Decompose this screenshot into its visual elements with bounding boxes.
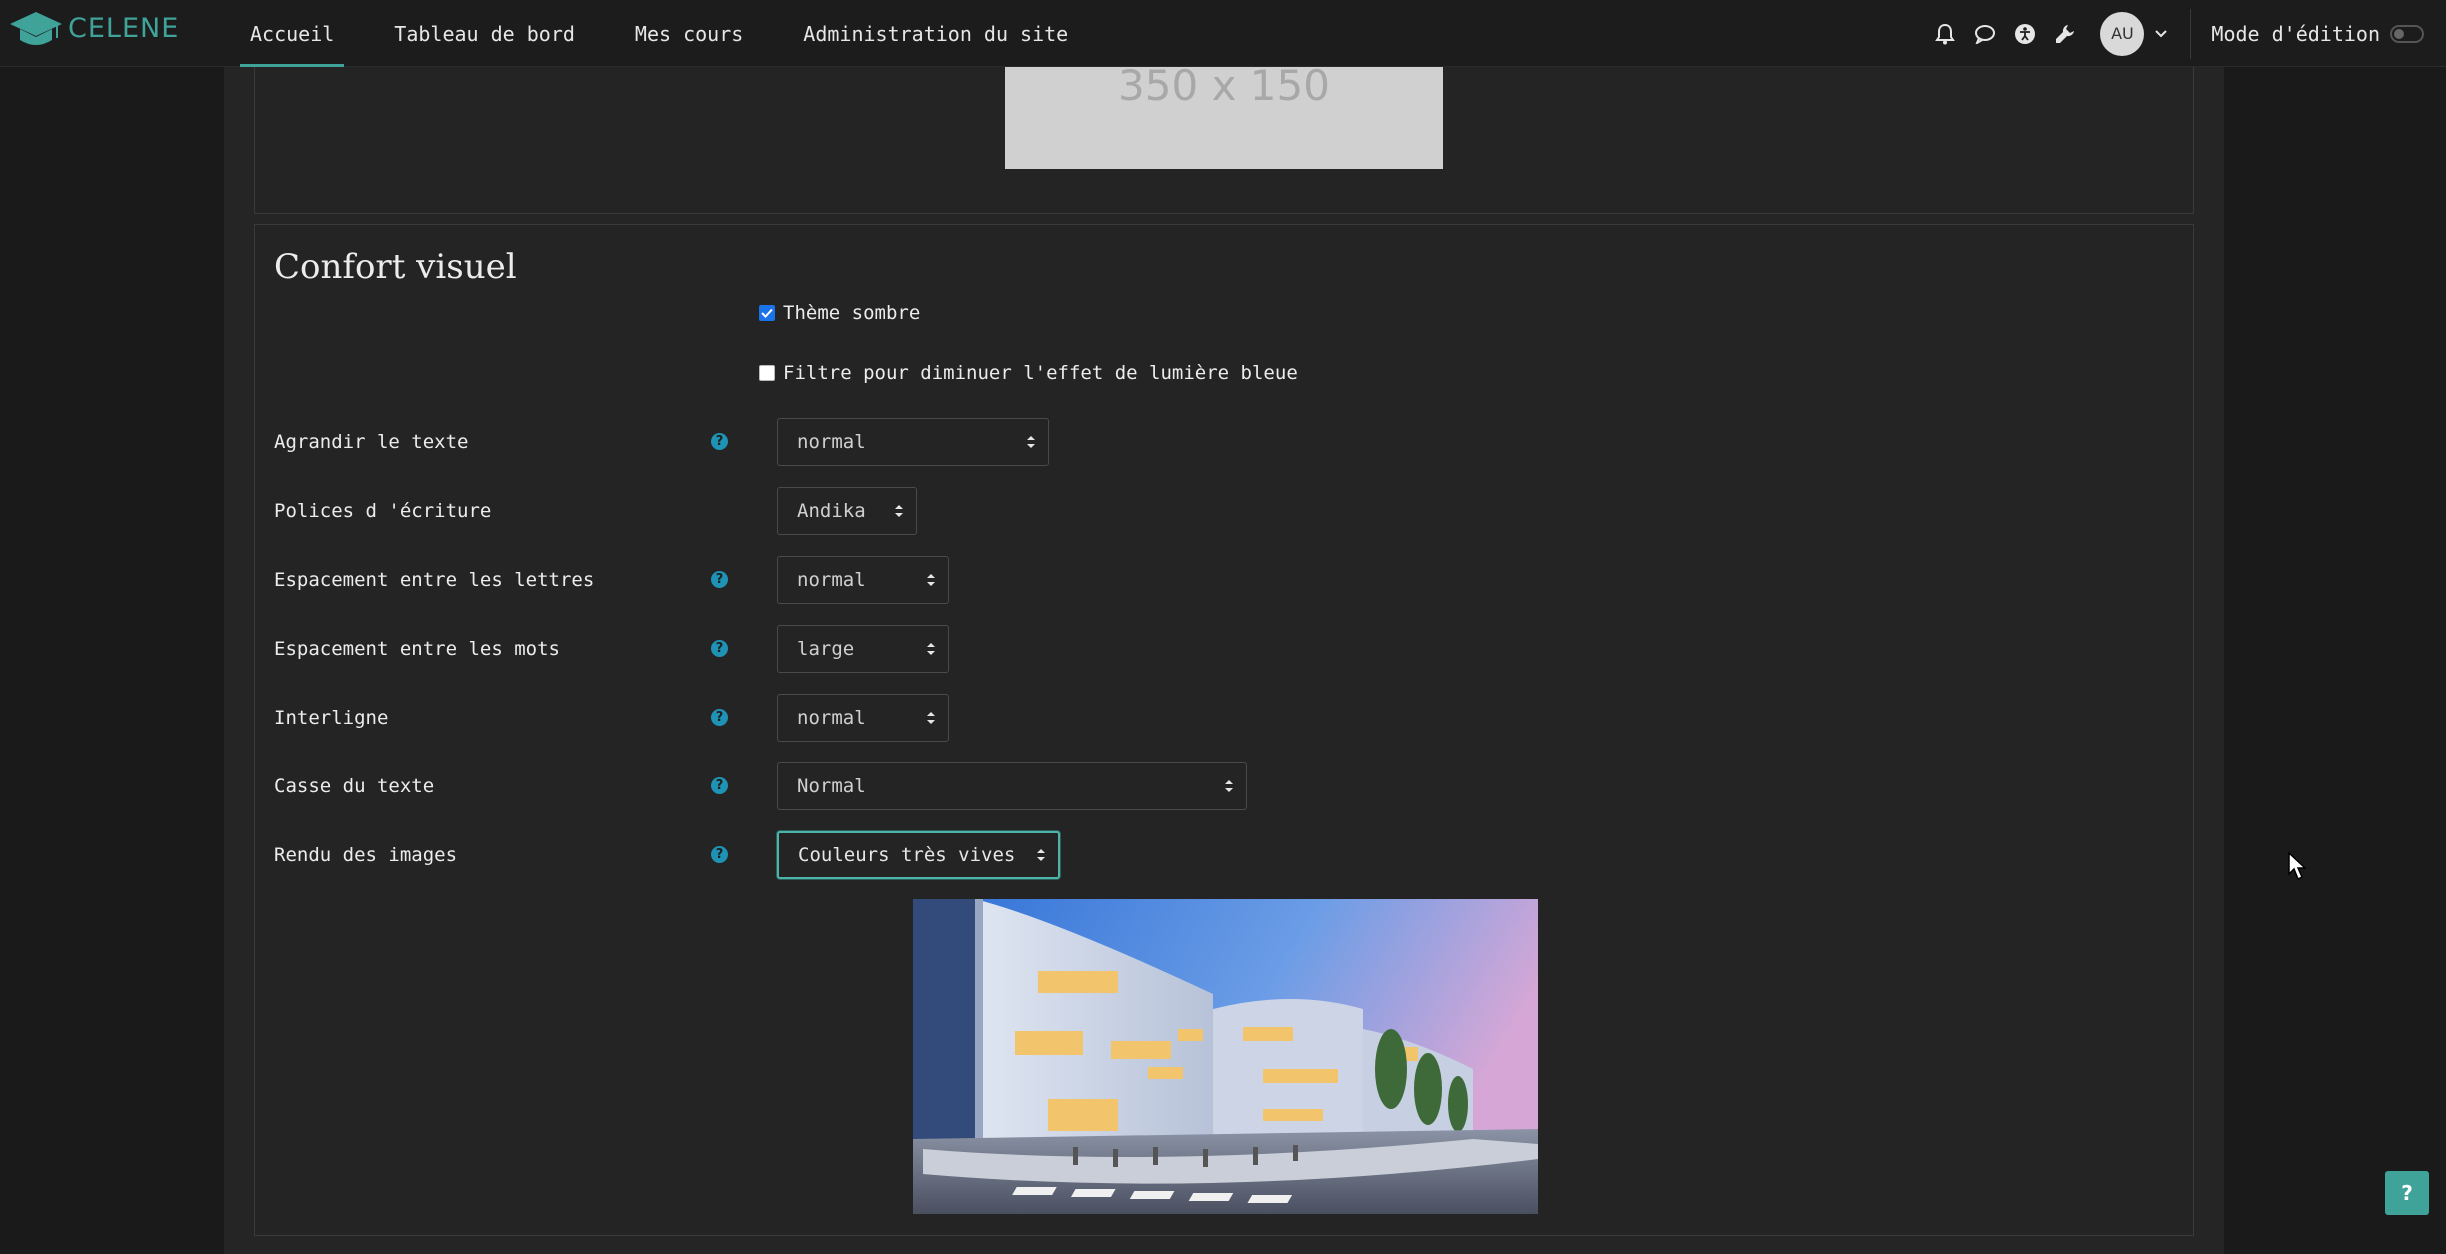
select-arrows-icon <box>895 505 903 517</box>
blue-light-label: Filtre pour diminuer l'effet de lumière … <box>783 362 1298 384</box>
help-button[interactable]: ? <box>2385 1171 2429 1215</box>
select-value: normal <box>797 569 866 591</box>
wrench-icon[interactable] <box>2054 23 2076 45</box>
dark-theme-checkbox[interactable] <box>759 305 775 321</box>
brand-logo[interactable]: CELENE <box>8 6 179 50</box>
image-rendering-select[interactable]: Couleurs très vives <box>777 831 1060 879</box>
top-navbar: CELENE Accueil Tableau de bord Mes cours… <box>0 0 2446 67</box>
edit-mode-label: Mode d'édition <box>2211 21 2380 46</box>
font-select[interactable]: Andika <box>777 487 917 535</box>
top-card: 350 x 150 <box>254 67 2194 214</box>
select-value: large <box>797 638 855 660</box>
bell-icon[interactable] <box>1934 23 1956 45</box>
line-height-select[interactable]: normal <box>777 694 949 742</box>
help-icon[interactable]: ? <box>711 777 728 794</box>
nav-divider <box>2190 8 2192 59</box>
select-arrows-icon <box>1027 436 1035 448</box>
select-value: Normal <box>797 775 866 797</box>
text-case-select[interactable]: Normal <box>777 762 1247 810</box>
nav-administration[interactable]: Administration du site <box>793 0 1078 67</box>
field-label: Agrandir le texte <box>274 431 469 453</box>
mouse-cursor-icon <box>2288 852 2307 881</box>
field-word-spacing: Espacement entre les mots ? large <box>274 625 2174 673</box>
nav-accueil[interactable]: Accueil <box>240 0 345 67</box>
help-icon[interactable]: ? <box>711 640 728 657</box>
field-label: Polices d 'écriture <box>274 500 492 522</box>
help-icon[interactable]: ? <box>711 709 728 726</box>
field-font: Polices d 'écriture Andika <box>274 487 2174 535</box>
field-label: Espacement entre les mots <box>274 638 560 660</box>
dark-theme-checkbox-row[interactable]: Thème sombre <box>759 302 920 324</box>
nav-right-tools: AU Mode d'édition <box>1916 0 2446 67</box>
select-value: normal <box>797 431 866 453</box>
field-text-case: Casse du texte ? Normal <box>274 762 2174 810</box>
help-icon[interactable]: ? <box>711 846 728 863</box>
edit-mode-toggle[interactable] <box>2390 24 2424 43</box>
nav-tableau-de-bord[interactable]: Tableau de bord <box>384 0 585 67</box>
section-title: Confort visuel <box>274 247 517 287</box>
select-arrows-icon <box>927 643 935 655</box>
visual-comfort-card: Confort visuel Thème sombre Filtre pour … <box>254 224 2194 1236</box>
field-letter-spacing: Espacement entre les lettres ? normal <box>274 556 2174 604</box>
field-image-rendering: Rendu des images ? Couleurs très vives <box>274 831 2174 879</box>
graduation-cap-icon <box>10 12 62 45</box>
blue-light-checkbox[interactable] <box>759 365 775 381</box>
select-value: normal <box>797 707 866 729</box>
chevron-down-icon[interactable] <box>2154 27 2168 41</box>
placeholder-text: 350 x 150 <box>1118 67 1330 110</box>
field-text-size: Agrandir le texte ? normal <box>274 418 2174 466</box>
placeholder-image: 350 x 150 <box>1005 67 1443 169</box>
help-icon[interactable]: ? <box>711 433 728 450</box>
field-label: Casse du texte <box>274 775 435 797</box>
nav-mes-cours[interactable]: Mes cours <box>625 0 753 67</box>
chat-icon[interactable] <box>1974 23 1996 45</box>
blue-light-checkbox-row[interactable]: Filtre pour diminuer l'effet de lumière … <box>759 362 1298 384</box>
main-nav: Accueil Tableau de bord Mes cours Admini… <box>240 0 1118 67</box>
building-preview-image <box>913 899 1538 1214</box>
check-icon <box>761 308 773 318</box>
field-label: Rendu des images <box>274 844 458 866</box>
field-line-height: Interligne ? normal <box>274 694 2174 742</box>
help-icon[interactable]: ? <box>711 571 728 588</box>
select-value: Couleurs très vives <box>798 844 1016 866</box>
select-arrows-icon <box>927 712 935 724</box>
dark-theme-label: Thème sombre <box>783 302 921 324</box>
field-label: Espacement entre les lettres <box>274 569 595 591</box>
select-arrows-icon <box>1037 849 1045 861</box>
brand-name: CELENE <box>68 12 180 44</box>
select-arrows-icon <box>1225 780 1233 792</box>
text-size-select[interactable]: normal <box>777 418 1049 466</box>
select-value: Andika <box>797 500 866 522</box>
letter-spacing-select[interactable]: normal <box>777 556 949 604</box>
field-label: Interligne <box>274 707 389 729</box>
select-arrows-icon <box>927 574 935 586</box>
accessibility-icon[interactable] <box>2014 23 2036 45</box>
user-avatar[interactable]: AU <box>2100 11 2145 56</box>
word-spacing-select[interactable]: large <box>777 625 949 673</box>
